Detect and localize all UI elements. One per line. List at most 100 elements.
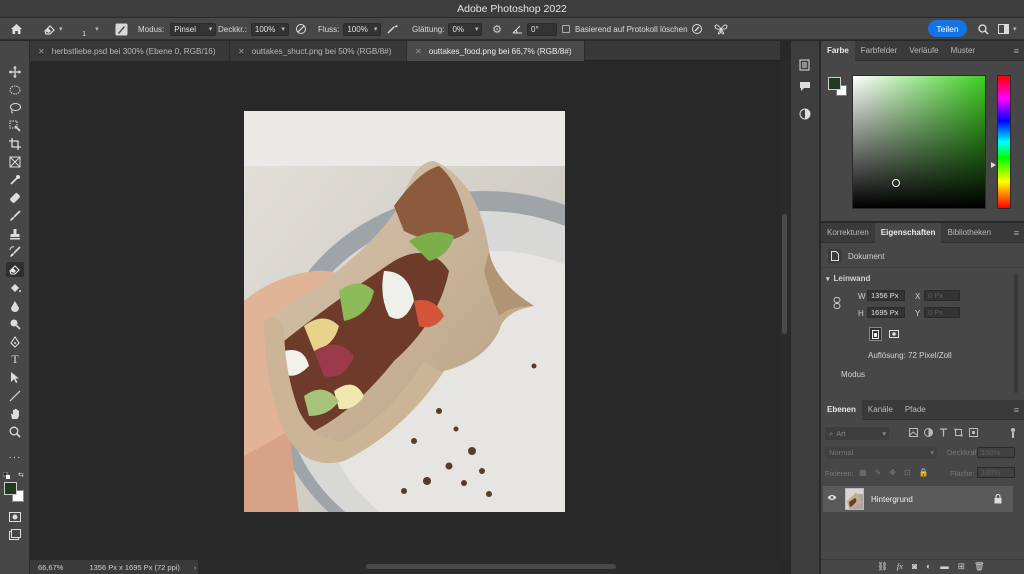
document-info[interactable]: 1356 Px x 1695 Px (72 ppi) xyxy=(89,563,179,572)
move-tool[interactable] xyxy=(6,64,24,79)
quick-mask-button[interactable] xyxy=(6,509,24,524)
panel-menu-icon[interactable]: ≡ xyxy=(1014,228,1019,238)
properties-scrollbar[interactable] xyxy=(1014,273,1018,393)
lock-pixels-icon[interactable]: ✎ xyxy=(875,468,882,477)
smoothing-options-button[interactable]: ⚙ xyxy=(490,18,504,40)
color-picker-cursor[interactable] xyxy=(892,179,900,187)
screen-mode-button[interactable] xyxy=(6,527,24,542)
lasso-tool[interactable] xyxy=(6,100,24,115)
link-dimensions-button[interactable] xyxy=(833,297,841,311)
brush-tool[interactable] xyxy=(6,208,24,223)
hue-slider[interactable] xyxy=(997,75,1011,209)
document-canvas-image[interactable] xyxy=(244,111,565,512)
x-field[interactable]: 0 Px xyxy=(924,290,960,301)
brush-settings-button[interactable] xyxy=(114,18,128,40)
fill-field[interactable]: 100% xyxy=(977,467,1015,478)
tab-adjustments[interactable]: Korrekturen xyxy=(821,223,875,243)
crop-tool[interactable] xyxy=(6,136,24,151)
lock-all-icon[interactable]: 🔒 xyxy=(919,468,929,477)
quick-selection-tool[interactable] xyxy=(6,118,24,133)
close-icon[interactable]: ✕ xyxy=(415,47,422,56)
image-filter-icon[interactable] xyxy=(909,428,918,437)
mode-select[interactable]: Pinsel ▾ xyxy=(170,22,217,36)
line-tool[interactable] xyxy=(6,388,24,403)
clone-stamp-tool[interactable] xyxy=(6,226,24,241)
saturation-brightness-field[interactable] xyxy=(852,75,986,209)
adjustment-filter-icon[interactable] xyxy=(924,428,933,437)
hue-slider-handle[interactable] xyxy=(991,162,996,168)
history-panel-button[interactable] xyxy=(799,59,811,73)
pen-tool[interactable] xyxy=(6,334,24,349)
pressure-size-button[interactable] xyxy=(690,18,704,40)
layer-name[interactable]: Hintergrund xyxy=(871,495,913,504)
blend-mode-select[interactable]: Normal ▾ xyxy=(825,446,937,459)
width-field[interactable]: 1356 Px xyxy=(867,290,905,301)
tab-channels[interactable]: Kanäle xyxy=(862,400,899,420)
close-icon[interactable]: ✕ xyxy=(238,47,245,56)
symmetry-button[interactable] xyxy=(714,18,728,40)
tab-color[interactable]: Farbe xyxy=(821,40,855,61)
tab-paths[interactable]: Pfade xyxy=(899,400,932,420)
panel-menu-icon[interactable]: ≡ xyxy=(1014,405,1019,415)
portrait-orientation-button[interactable] xyxy=(869,327,882,341)
tab-herbstliebe[interactable]: ✕ herbstliebe.psd bei 300% (Ebene 0, RGB… xyxy=(30,41,230,61)
erase-to-history-checkbox[interactable]: Basierend auf Protokoll löschen xyxy=(562,18,688,40)
blur-tool[interactable] xyxy=(6,298,24,313)
brush-size-picker[interactable]: 1 ▾ xyxy=(82,18,99,40)
paint-bucket-tool[interactable] xyxy=(6,280,24,295)
tool-preset-picker[interactable]: ▾ xyxy=(42,18,63,40)
delete-layer-icon[interactable]: 🗑 xyxy=(974,561,985,572)
tab-swatches[interactable]: Farbfelder xyxy=(855,41,903,61)
layer-opacity-field[interactable]: 100% xyxy=(977,447,1015,458)
shape-filter-icon[interactable] xyxy=(954,428,963,437)
tab-outtakes-food[interactable]: ✕ outtakes_food.png bei 66,7% (RGB/8#) xyxy=(407,41,585,61)
hand-tool[interactable] xyxy=(6,406,24,421)
search-button[interactable] xyxy=(976,18,990,40)
filter-toggle[interactable] xyxy=(1009,428,1017,439)
frame-tool[interactable] xyxy=(6,154,24,169)
eraser-tool[interactable] xyxy=(6,262,24,277)
tab-libraries[interactable]: Bibliotheken xyxy=(941,223,997,243)
tab-outtakes-shuct[interactable]: ✕ outtakes_shuct.png bei 50% (RGB/8#) xyxy=(230,41,407,61)
smoothing-field[interactable]: 0% ▾ xyxy=(448,22,483,36)
flow-field[interactable]: 100% ▾ xyxy=(343,22,382,36)
foreground-color-swatch[interactable] xyxy=(4,482,17,495)
adjustment-layer-icon[interactable]: ◐ xyxy=(926,561,931,572)
horizontal-scrollbar[interactable] xyxy=(198,560,780,574)
new-group-icon[interactable]: ▬ xyxy=(940,561,949,572)
type-tool[interactable]: T xyxy=(6,352,24,367)
link-layers-icon[interactable]: ⛓ xyxy=(877,561,888,572)
lock-position-icon[interactable]: ✥ xyxy=(889,468,896,477)
smart-object-filter-icon[interactable] xyxy=(969,428,978,437)
new-layer-icon[interactable]: ⊞ xyxy=(958,561,965,572)
layer-style-icon[interactable]: fx xyxy=(897,561,903,572)
comments-panel-button[interactable] xyxy=(799,81,811,94)
history-brush-tool[interactable] xyxy=(6,244,24,259)
tab-gradients[interactable]: Verläufe xyxy=(903,41,944,61)
canvas-section-toggle[interactable]: ▾ Leinwand xyxy=(826,274,870,283)
airbrush-button[interactable] xyxy=(386,18,400,40)
healing-brush-tool[interactable] xyxy=(6,190,24,205)
angle-field[interactable]: 0° xyxy=(527,22,557,36)
artboard-lock-icon[interactable]: ⊡ xyxy=(904,468,911,477)
tab-properties[interactable]: Eigenschaften xyxy=(874,222,942,243)
canvas-area[interactable] xyxy=(30,62,780,560)
properties-panel-button[interactable] xyxy=(799,108,811,122)
edit-toolbar-button[interactable]: ··· xyxy=(6,450,24,465)
vertical-scrollbar[interactable] xyxy=(780,62,789,560)
path-selection-tool[interactable] xyxy=(6,370,24,385)
zoom-level[interactable]: 66,67% xyxy=(38,563,63,572)
default-colors-button[interactable] xyxy=(2,471,10,479)
marquee-tool[interactable] xyxy=(6,82,24,97)
height-field[interactable]: 1695 Px xyxy=(867,307,905,318)
landscape-orientation-button[interactable] xyxy=(887,327,901,341)
vertical-scroll-thumb[interactable] xyxy=(782,214,787,334)
y-field[interactable]: 0 Px xyxy=(924,307,960,318)
layer-row-hintergrund[interactable]: Hintergrund xyxy=(823,486,1013,512)
pressure-opacity-button[interactable] xyxy=(294,18,308,40)
close-icon[interactable]: ✕ xyxy=(38,47,45,56)
home-button[interactable] xyxy=(10,18,23,40)
share-button[interactable]: Teilen xyxy=(928,20,967,37)
dodge-tool[interactable] xyxy=(6,316,24,331)
eyedropper-tool[interactable] xyxy=(6,172,24,187)
